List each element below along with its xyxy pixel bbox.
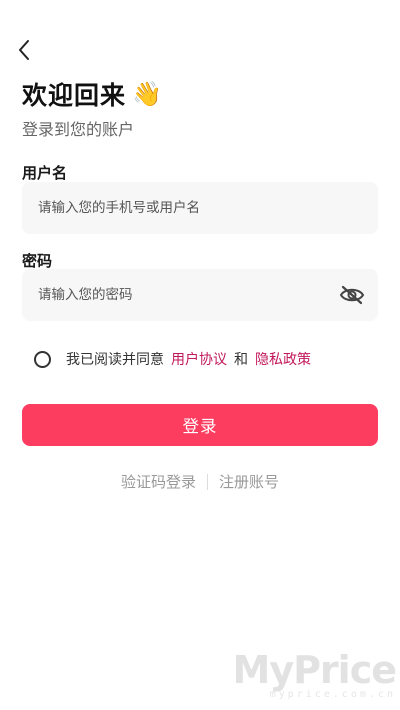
agreement-prefix: 我已阅读并同意	[66, 352, 164, 368]
agreement-conjunction: 和	[234, 352, 248, 368]
back-button[interactable]	[10, 34, 38, 66]
divider	[207, 473, 208, 490]
sms-login-link[interactable]: 验证码登录	[121, 471, 196, 492]
password-label: 密码	[22, 252, 53, 270]
watermark-logo: MyPrice	[232, 648, 397, 692]
waving-hand-icon: 👋	[132, 80, 162, 108]
page-title: 欢迎回来	[22, 81, 127, 110]
username-input[interactable]	[22, 182, 344, 234]
login-button[interactable]: 登录	[22, 404, 378, 446]
username-field-container	[22, 182, 378, 234]
privacy-policy-link[interactable]: 隐私政策	[255, 349, 311, 369]
agreement-row: 我已阅读并同意 用户协议 和 隐私政策	[34, 349, 311, 369]
agreement-radio[interactable]	[34, 350, 51, 368]
watermark: MyPrice myprice.com.cn	[233, 651, 397, 700]
alt-actions-row: 验证码登录 注册账号	[0, 471, 400, 492]
username-label: 用户名	[22, 164, 68, 182]
page-subtitle: 登录到您的账户	[22, 120, 135, 139]
chevron-left-icon	[19, 40, 29, 60]
eye-off-icon	[339, 285, 365, 305]
password-input[interactable]	[22, 269, 344, 321]
register-link[interactable]: 注册账号	[219, 471, 279, 492]
user-agreement-link[interactable]: 用户协议	[171, 349, 227, 369]
password-field-container	[22, 269, 378, 321]
toggle-password-visibility-button[interactable]	[338, 282, 366, 308]
title-row: 欢迎回来 👋	[22, 76, 162, 112]
